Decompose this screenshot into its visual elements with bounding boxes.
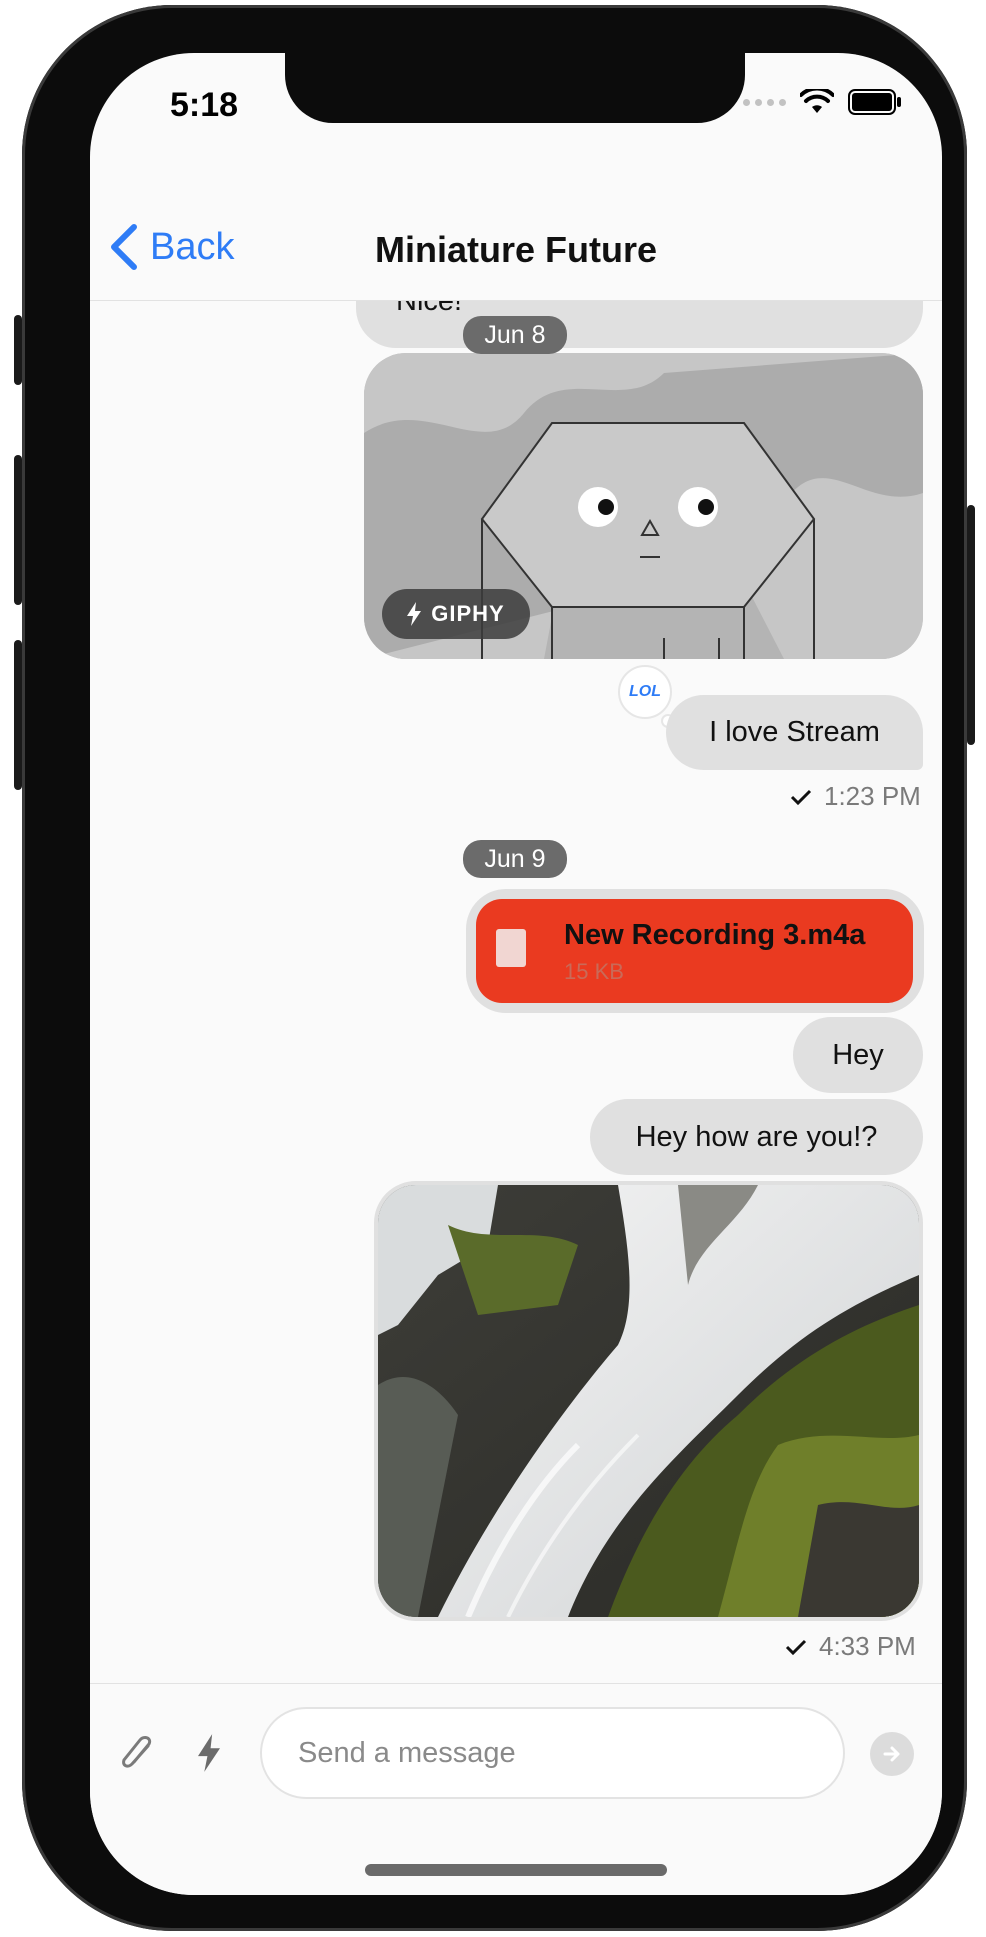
status-time: 5:18	[170, 86, 239, 124]
message-text: Hey how are you!?	[635, 1120, 878, 1153]
message-timestamp: 1:23 PM	[790, 781, 921, 812]
file-name: New Recording 3.m4a	[564, 919, 866, 951]
giphy-badge: GIPHY	[382, 589, 530, 639]
bolt-icon	[407, 602, 422, 626]
file-attachment[interactable]: New Recording 3.m4a 15 KB	[466, 889, 924, 1013]
reaction-lol[interactable]: LOL	[618, 665, 672, 719]
message-hey[interactable]: Hey	[793, 1017, 923, 1093]
giphy-label: GIPHY	[431, 601, 505, 626]
send-button[interactable]	[870, 1732, 914, 1776]
channel-title: Miniature Future	[374, 229, 657, 270]
paperclip-icon[interactable]	[118, 1732, 158, 1776]
volume-up-button	[14, 455, 22, 605]
message-love-stream[interactable]: I love Stream	[666, 695, 923, 770]
message-input[interactable]: Send a message	[260, 1707, 845, 1799]
image-attachment[interactable]	[374, 1181, 923, 1621]
message-text: Hey	[832, 1038, 884, 1071]
date-separator: Jun 9	[463, 840, 567, 878]
notch	[285, 53, 745, 123]
bolt-icon[interactable]	[198, 1734, 220, 1772]
message-hey-how[interactable]: Hey how are you!?	[590, 1099, 923, 1175]
battery-icon	[848, 89, 901, 115]
date-separator: Jun 8	[463, 316, 567, 354]
home-indicator	[365, 1864, 667, 1876]
signal-dots-icon	[743, 98, 786, 106]
checkmark-icon	[790, 789, 812, 805]
status-icons	[743, 89, 902, 115]
file-card: New Recording 3.m4a 15 KB	[476, 899, 913, 1003]
message-timestamp: 4:33 PM	[785, 1631, 916, 1662]
message-composer: Send a message	[90, 1683, 942, 1895]
volume-down-button	[14, 640, 22, 790]
device-frame: 5:18 Back Miniature Future Nice! Jun 8 G…	[14, 5, 975, 1931]
time-label: 1:23 PM	[824, 781, 921, 811]
file-size: 15 KB	[564, 959, 624, 984]
file-icon	[496, 929, 526, 967]
screen: 5:18 Back Miniature Future Nice! Jun 8 G…	[90, 53, 942, 1895]
wifi-icon	[800, 89, 834, 113]
power-button	[967, 505, 975, 745]
giphy-attachment[interactable]: GIPHY	[364, 353, 923, 659]
waterfall-photo	[378, 1185, 919, 1617]
checkmark-icon	[785, 1639, 807, 1655]
send-arrow-icon	[883, 1746, 900, 1762]
message-text: I love Stream	[709, 716, 880, 748]
navigation-bar: Back Miniature Future	[90, 173, 942, 301]
time-label: 4:33 PM	[819, 1631, 916, 1661]
mute-switch	[14, 315, 22, 385]
